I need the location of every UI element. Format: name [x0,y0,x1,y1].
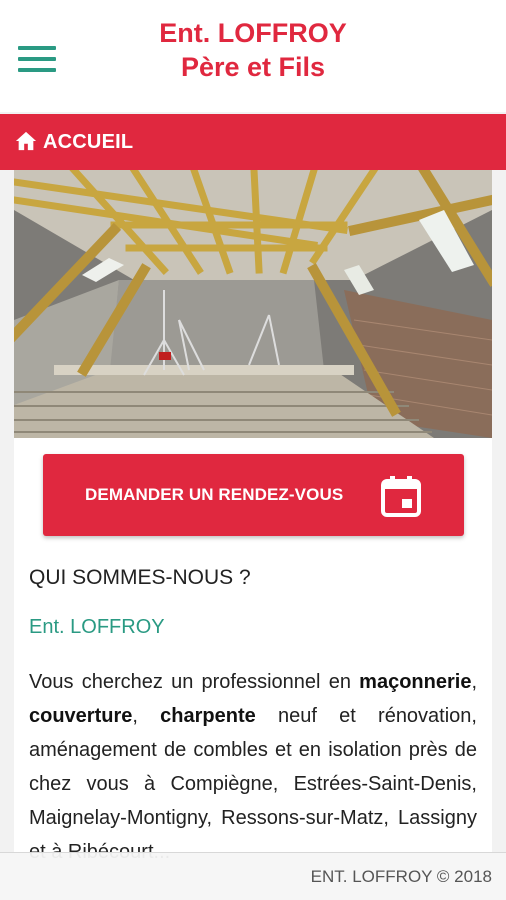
about-keyword-masonry: maçonnerie [359,671,472,693]
about-section-title: QUI SOMMES-NOUS ? [29,566,251,589]
brand-line-2: Père et Fils [180,52,326,82]
about-text-2: neuf et rénovation, aménagement de combl… [29,705,477,863]
company-name-link[interactable]: Ent. LOFFROY [29,615,165,639]
hero-image [14,170,492,438]
calendar-icon [381,476,421,517]
app-footer: ENT. LOFFROY © 2018 [0,852,506,900]
request-appointment-button[interactable]: DEMANDER UN RENDEZ-VOUS [43,454,464,536]
nav-label-accueil: ACCUEIL [43,131,134,153]
about-separator-2: , [132,705,161,727]
footer-copyright: ENT. LOFFROY © 2018 [310,867,492,886]
request-appointment-label: DEMANDER UN RENDEZ-VOUS [85,485,344,504]
about-paragraph: Vous cherchez un professionnel en maçonn… [29,665,477,869]
brand-line-1: Ent. LOFFROY [159,18,347,48]
app-header: Ent. LOFFROY Père et Fils [0,0,506,112]
app-screen: Ent. LOFFROY Père et Fils ACCUEIL DEMAND… [0,0,506,900]
section-bar[interactable]: ACCUEIL [0,114,506,170]
hamburger-menu-icon[interactable] [18,44,56,74]
content-card: DEMANDER UN RENDEZ-VOUS QUI SOMMES-NOUS … [14,170,492,900]
about-keyword-framing: charpente [160,705,256,727]
about-keyword-roofing: couverture [29,705,133,727]
brand-title[interactable]: Ent. LOFFROY Père et Fils [100,16,406,84]
about-separator-1: , [471,671,477,693]
attic-illustration [14,170,492,438]
home-icon [15,131,37,151]
about-text-1: Vous cherchez un professionnel en [29,671,360,693]
